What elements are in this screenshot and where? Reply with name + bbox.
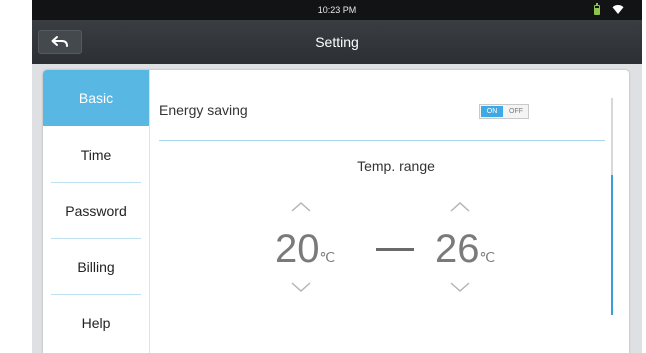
settings-sidebar: Basic Time Password Billing Help <box>43 70 150 353</box>
settings-content: Energy saving ON OFF Temp. range 20℃ 26℃ <box>149 70 629 353</box>
sidebar-item-billing[interactable]: Billing <box>43 239 149 295</box>
sidebar-item-label: Password <box>65 203 127 219</box>
max-temp-value: 26℃ <box>435 224 495 282</box>
energy-saving-toggle[interactable]: ON OFF <box>479 104 529 119</box>
sidebar-item-label: Help <box>81 315 111 331</box>
back-button[interactable] <box>38 30 82 54</box>
section-divider <box>159 140 605 141</box>
battery-icon <box>594 3 600 15</box>
min-temp-value: 20℃ <box>275 224 335 282</box>
energy-saving-label: Energy saving <box>159 102 248 118</box>
toggle-on-label: ON <box>481 106 503 117</box>
page-title: Setting <box>315 34 359 50</box>
sidebar-item-label: Billing <box>77 259 115 275</box>
status-bar: 10:23 PM <box>32 0 642 20</box>
min-temp-unit: ℃ <box>319 249 336 265</box>
max-temp-number: 26 <box>435 227 480 271</box>
sidebar-item-time[interactable]: Time <box>43 127 149 183</box>
sidebar-item-label: Time <box>80 147 112 163</box>
sidebar-item-help[interactable]: Help <box>43 295 149 351</box>
range-dash <box>376 248 414 251</box>
max-temp-unit: ℃ <box>479 249 496 265</box>
min-temp-up-icon[interactable] <box>289 200 313 214</box>
max-temp-up-icon[interactable] <box>448 200 472 214</box>
max-temp-down-icon[interactable] <box>448 280 472 294</box>
device-screen: 10:23 PM Setting Basic Time Password Bil… <box>32 0 642 353</box>
settings-panel: Basic Time Password Billing Help Energy … <box>43 70 629 353</box>
sidebar-item-password[interactable]: Password <box>43 183 149 239</box>
min-temp-down-icon[interactable] <box>289 280 313 294</box>
wifi-icon <box>612 5 624 14</box>
status-time: 10:23 PM <box>317 5 357 15</box>
temp-range-label: Temp. range <box>357 158 435 174</box>
back-arrow-icon <box>51 36 68 47</box>
sidebar-item-basic[interactable]: Basic <box>43 70 149 126</box>
title-bar: Setting <box>32 20 642 64</box>
toggle-off-label: OFF <box>509 108 523 115</box>
min-temp-number: 20 <box>275 227 320 271</box>
sidebar-item-label: Basic <box>78 90 114 106</box>
scrollbar-thumb[interactable] <box>611 175 613 315</box>
